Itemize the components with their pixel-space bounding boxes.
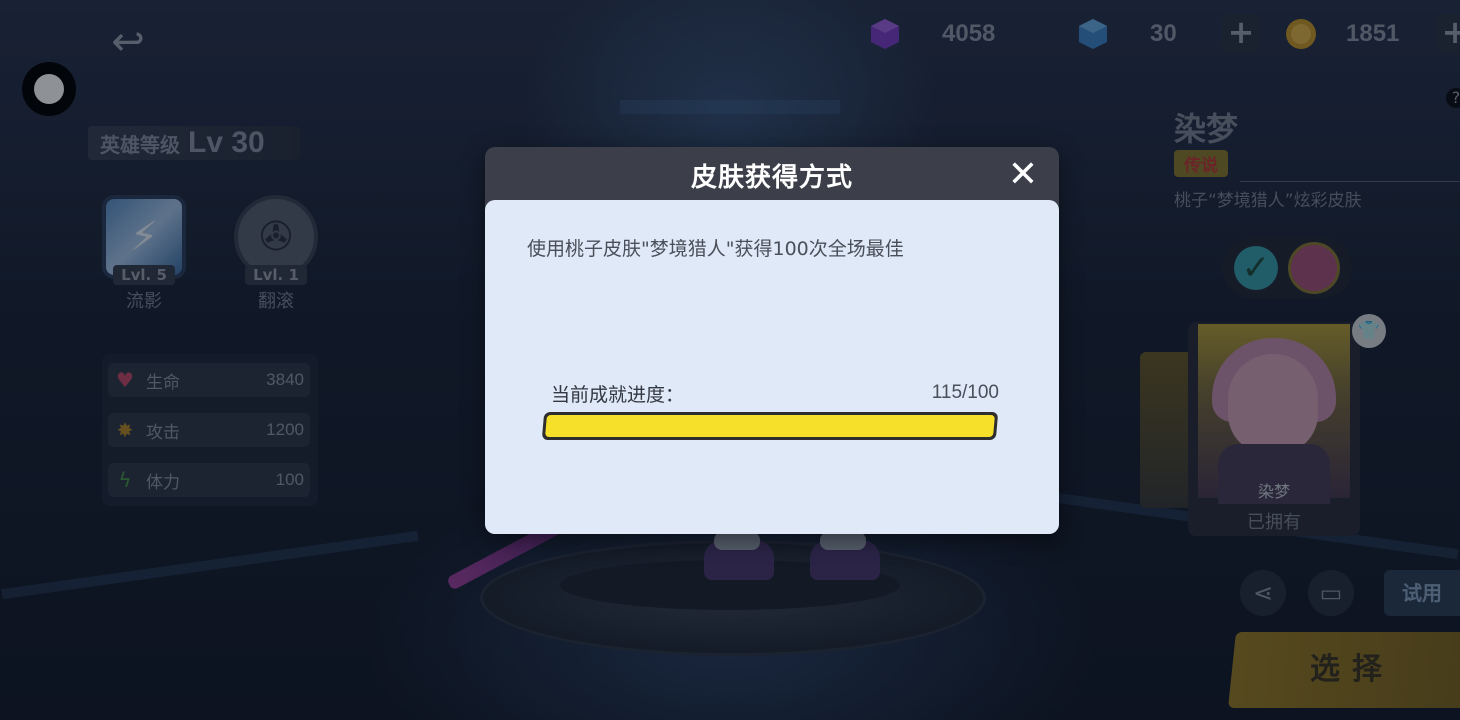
progress-value: 115/100 [931,382,999,403]
progress-fill [545,415,995,437]
dialog-body: 使用桃子皮肤"梦境猎人"获得100次全场最佳 当前成就进度： 115/100 [485,200,1059,534]
close-icon: ✕ [1007,154,1039,195]
dialog-header: 皮肤获得方式 ✕ [485,147,1059,201]
skin-acquisition-dialog: 皮肤获得方式 ✕ 使用桃子皮肤"梦境猎人"获得100次全场最佳 当前成就进度： … [485,147,1059,534]
dialog-title: 皮肤获得方式 [690,163,853,193]
progress-bar [541,412,999,440]
progress-label: 当前成就进度： [551,384,685,406]
acquisition-description: 使用桃子皮肤"梦境猎人"获得100次全场最佳 [527,238,904,260]
close-button[interactable]: ✕ [1005,157,1041,193]
